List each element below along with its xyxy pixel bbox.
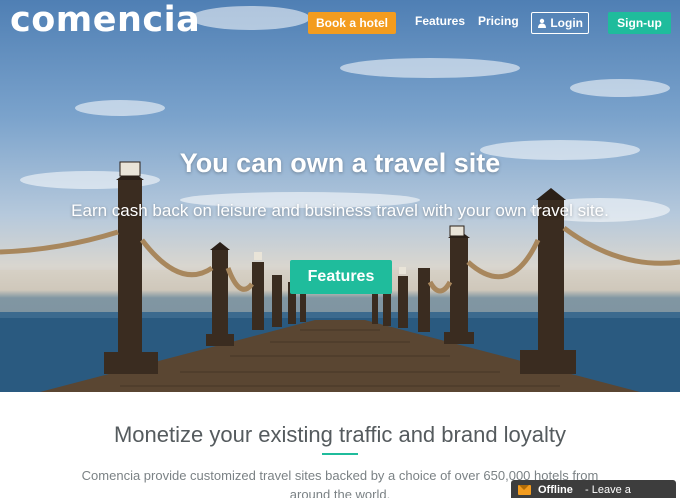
section-title: Monetize your existing traffic and brand…: [113, 422, 567, 447]
signup-button[interactable]: Sign-up: [608, 12, 671, 34]
chat-leave-message: - Leave a Message: [585, 484, 631, 496]
brand-logo[interactable]: comencia: [10, 0, 200, 40]
book-hotel-button[interactable]: Book a hotel: [308, 12, 396, 34]
chat-status: Offline: [538, 484, 573, 496]
login-label: Login: [550, 16, 583, 30]
hero-banner: comencia Book a hotel Features Pricing L…: [0, 0, 680, 392]
nav-pricing-link[interactable]: Pricing: [478, 14, 519, 28]
nav-features-link[interactable]: Features: [415, 14, 465, 28]
hero-features-button[interactable]: Features: [290, 260, 392, 294]
offline-chat-widget[interactable]: Offline - Leave a Message: [511, 480, 676, 498]
envelope-icon: [518, 485, 531, 495]
hero-subtitle: Earn cash back on leisure and business t…: [71, 201, 609, 220]
hero-title: You can own a travel site: [179, 148, 501, 178]
pier-background-image: [0, 6, 680, 392]
section-divider: [322, 453, 358, 455]
user-icon: [538, 18, 546, 28]
login-button[interactable]: Login: [531, 12, 589, 34]
